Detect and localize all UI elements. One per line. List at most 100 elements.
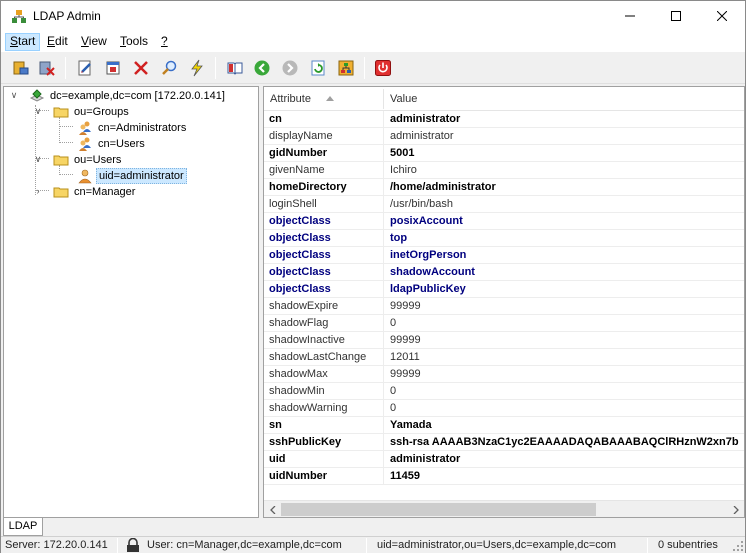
tree-node-cn-users[interactable]: cn=Users [4,136,258,152]
menu-help[interactable]: ? [157,33,172,51]
attribute-name: objectClass [269,283,331,295]
attribute-row[interactable]: shadowMax 99999 [264,366,744,383]
attribute-value: top [390,232,408,244]
tab-ldap-label: LDAP [8,520,38,532]
attribute-row[interactable]: shadowFlag 0 [264,315,744,332]
refresh-button[interactable] [307,57,329,79]
directory-tree[interactable]: ∨ dc=example,dc=com [172.20.0.141] ∨ ou=… [3,86,259,518]
attribute-row[interactable]: objectClass shadowAccount [264,264,744,281]
attribute-row[interactable]: gidNumber 5001 [264,145,744,162]
column-header-value-label: Value [390,93,418,105]
attribute-value: /usr/bin/bash [390,198,453,210]
connect-button[interactable] [10,57,32,79]
disconnect-button[interactable] [36,57,58,79]
edit-entry-button[interactable] [74,57,96,79]
menu-tools-label: ools [126,34,149,48]
attribute-rows: cn administrator displayName administrator g… [264,111,744,485]
search-button[interactable] [158,57,180,79]
attribute-row[interactable]: objectClass inetOrgPerson [264,247,744,264]
attribute-row[interactable]: loginShell/usr/bin/bash [264,196,744,213]
attribute-name: uidNumber [269,470,328,482]
tree-node-root[interactable]: ∨ dc=example,dc=com [172.20.0.141] [4,88,258,104]
resize-grip-icon[interactable] [733,541,743,551]
chevron-down-icon[interactable]: ∨ [33,106,43,116]
attribute-row[interactable]: objectClass top [264,230,744,247]
attribute-row[interactable]: uidNumber 11459 [264,468,744,485]
menu-start[interactable]: Start [5,33,41,51]
attribute-value: 99999 [390,334,421,346]
scroll-left-button[interactable] [264,501,281,517]
attribute-row[interactable]: sn Yamada [264,417,744,434]
tree-node-label: ou=Users [74,154,122,166]
column-header-attribute-label: Attribute [270,93,311,105]
attribute-row[interactable]: homeDirectory/home/administrator [264,179,744,196]
tree-node-cn-manager[interactable]: › cn=Manager [4,184,258,200]
scroll-thumb[interactable] [281,503,596,516]
column-divider [383,281,384,298]
back-button[interactable] [251,57,273,79]
attribute-row[interactable]: shadowExpire 99999 [264,298,744,315]
attribute-row[interactable]: cn administrator [264,111,744,128]
close-button[interactable] [699,1,745,31]
chevron-down-icon[interactable]: ∨ [33,154,43,164]
tree-button[interactable] [335,57,357,79]
attribute-list[interactable]: Attribute Value cn administrator displayNa… [263,86,745,518]
attribute-row[interactable]: shadowWarning 0 [264,400,744,417]
attribute-name: uid [269,453,286,465]
chevron-down-icon[interactable]: ∨ [9,90,19,100]
attribute-value: 0 [390,317,397,329]
properties-button[interactable] [102,57,124,79]
attribute-row[interactable]: givenName Ichiro [264,162,744,179]
menu-edit[interactable]: Edit [43,33,72,51]
status-bar: Server: 172.20.0.141 User: cn=Manager,dc… [1,536,745,553]
attribute-row[interactable]: sshPublicKey ssh-rsa AAAAB3NzaC1yc2EAAAAD… [264,434,744,451]
attribute-row[interactable]: displayName administrator [264,128,744,145]
status-divider [647,538,648,553]
attribute-name: displayName [269,130,333,142]
attribute-name: sn [269,419,282,431]
column-divider [383,128,384,145]
attribute-name: objectClass [269,232,331,244]
attribute-value: 12011 [390,351,420,363]
tree-node-ou-groups[interactable]: ∨ ou=Groups [4,104,258,120]
attribute-row[interactable]: uid administrator [264,451,744,468]
horizontal-scrollbar[interactable] [264,500,744,517]
tree-icon [338,60,354,76]
column-divider [383,162,384,179]
status-selected-dn: uid=administrator,ou=Users,dc=example,dc… [377,539,617,551]
status-divider [366,538,367,553]
maximize-button[interactable] [653,1,699,31]
exit-button[interactable] [372,57,394,79]
attribute-name: homeDirectory [269,181,347,193]
menu-tools[interactable]: Tools [116,33,152,51]
attribute-row[interactable]: shadowInactive 99999 [264,332,744,349]
forward-button[interactable] [279,57,301,79]
attribute-row[interactable]: objectClass posixAccount [264,213,744,230]
tree-node-cn-administrators[interactable]: cn=Administrators [4,120,258,136]
menu-view[interactable]: View [77,33,111,51]
minimize-button[interactable] [607,1,653,31]
attribute-value: /home/administrator [390,181,496,193]
attribute-name: sshPublicKey [269,436,342,448]
column-divider [383,332,384,349]
attribute-name: objectClass [269,266,331,278]
delete-icon [134,61,148,75]
column-header-attribute[interactable]: Attribute [264,87,383,111]
disconnect-icon [39,61,55,76]
tree-node-uid-administrator[interactable]: uid=administrator [4,168,258,184]
tree-node-label: cn=Administrators [98,122,187,134]
delete-button[interactable] [130,57,152,79]
column-header-value[interactable]: Value [384,87,744,111]
window-title: LDAP Admin [33,9,101,23]
ldap-admin-logo-icon [12,10,26,23]
column-divider [383,315,384,332]
attribute-row[interactable]: shadowLastChange 12011 [264,349,744,366]
schema-button[interactable] [224,57,246,79]
scroll-right-button[interactable] [727,501,744,517]
tree-node-ou-users[interactable]: ∨ ou=Users [4,152,258,168]
quick-action-button[interactable] [186,57,208,79]
tab-ldap[interactable]: LDAP [3,518,43,536]
attribute-row[interactable]: objectClass ldapPublicKey [264,281,744,298]
attribute-row[interactable]: shadowMin 0 [264,383,744,400]
chevron-right-icon[interactable]: › [33,186,43,196]
